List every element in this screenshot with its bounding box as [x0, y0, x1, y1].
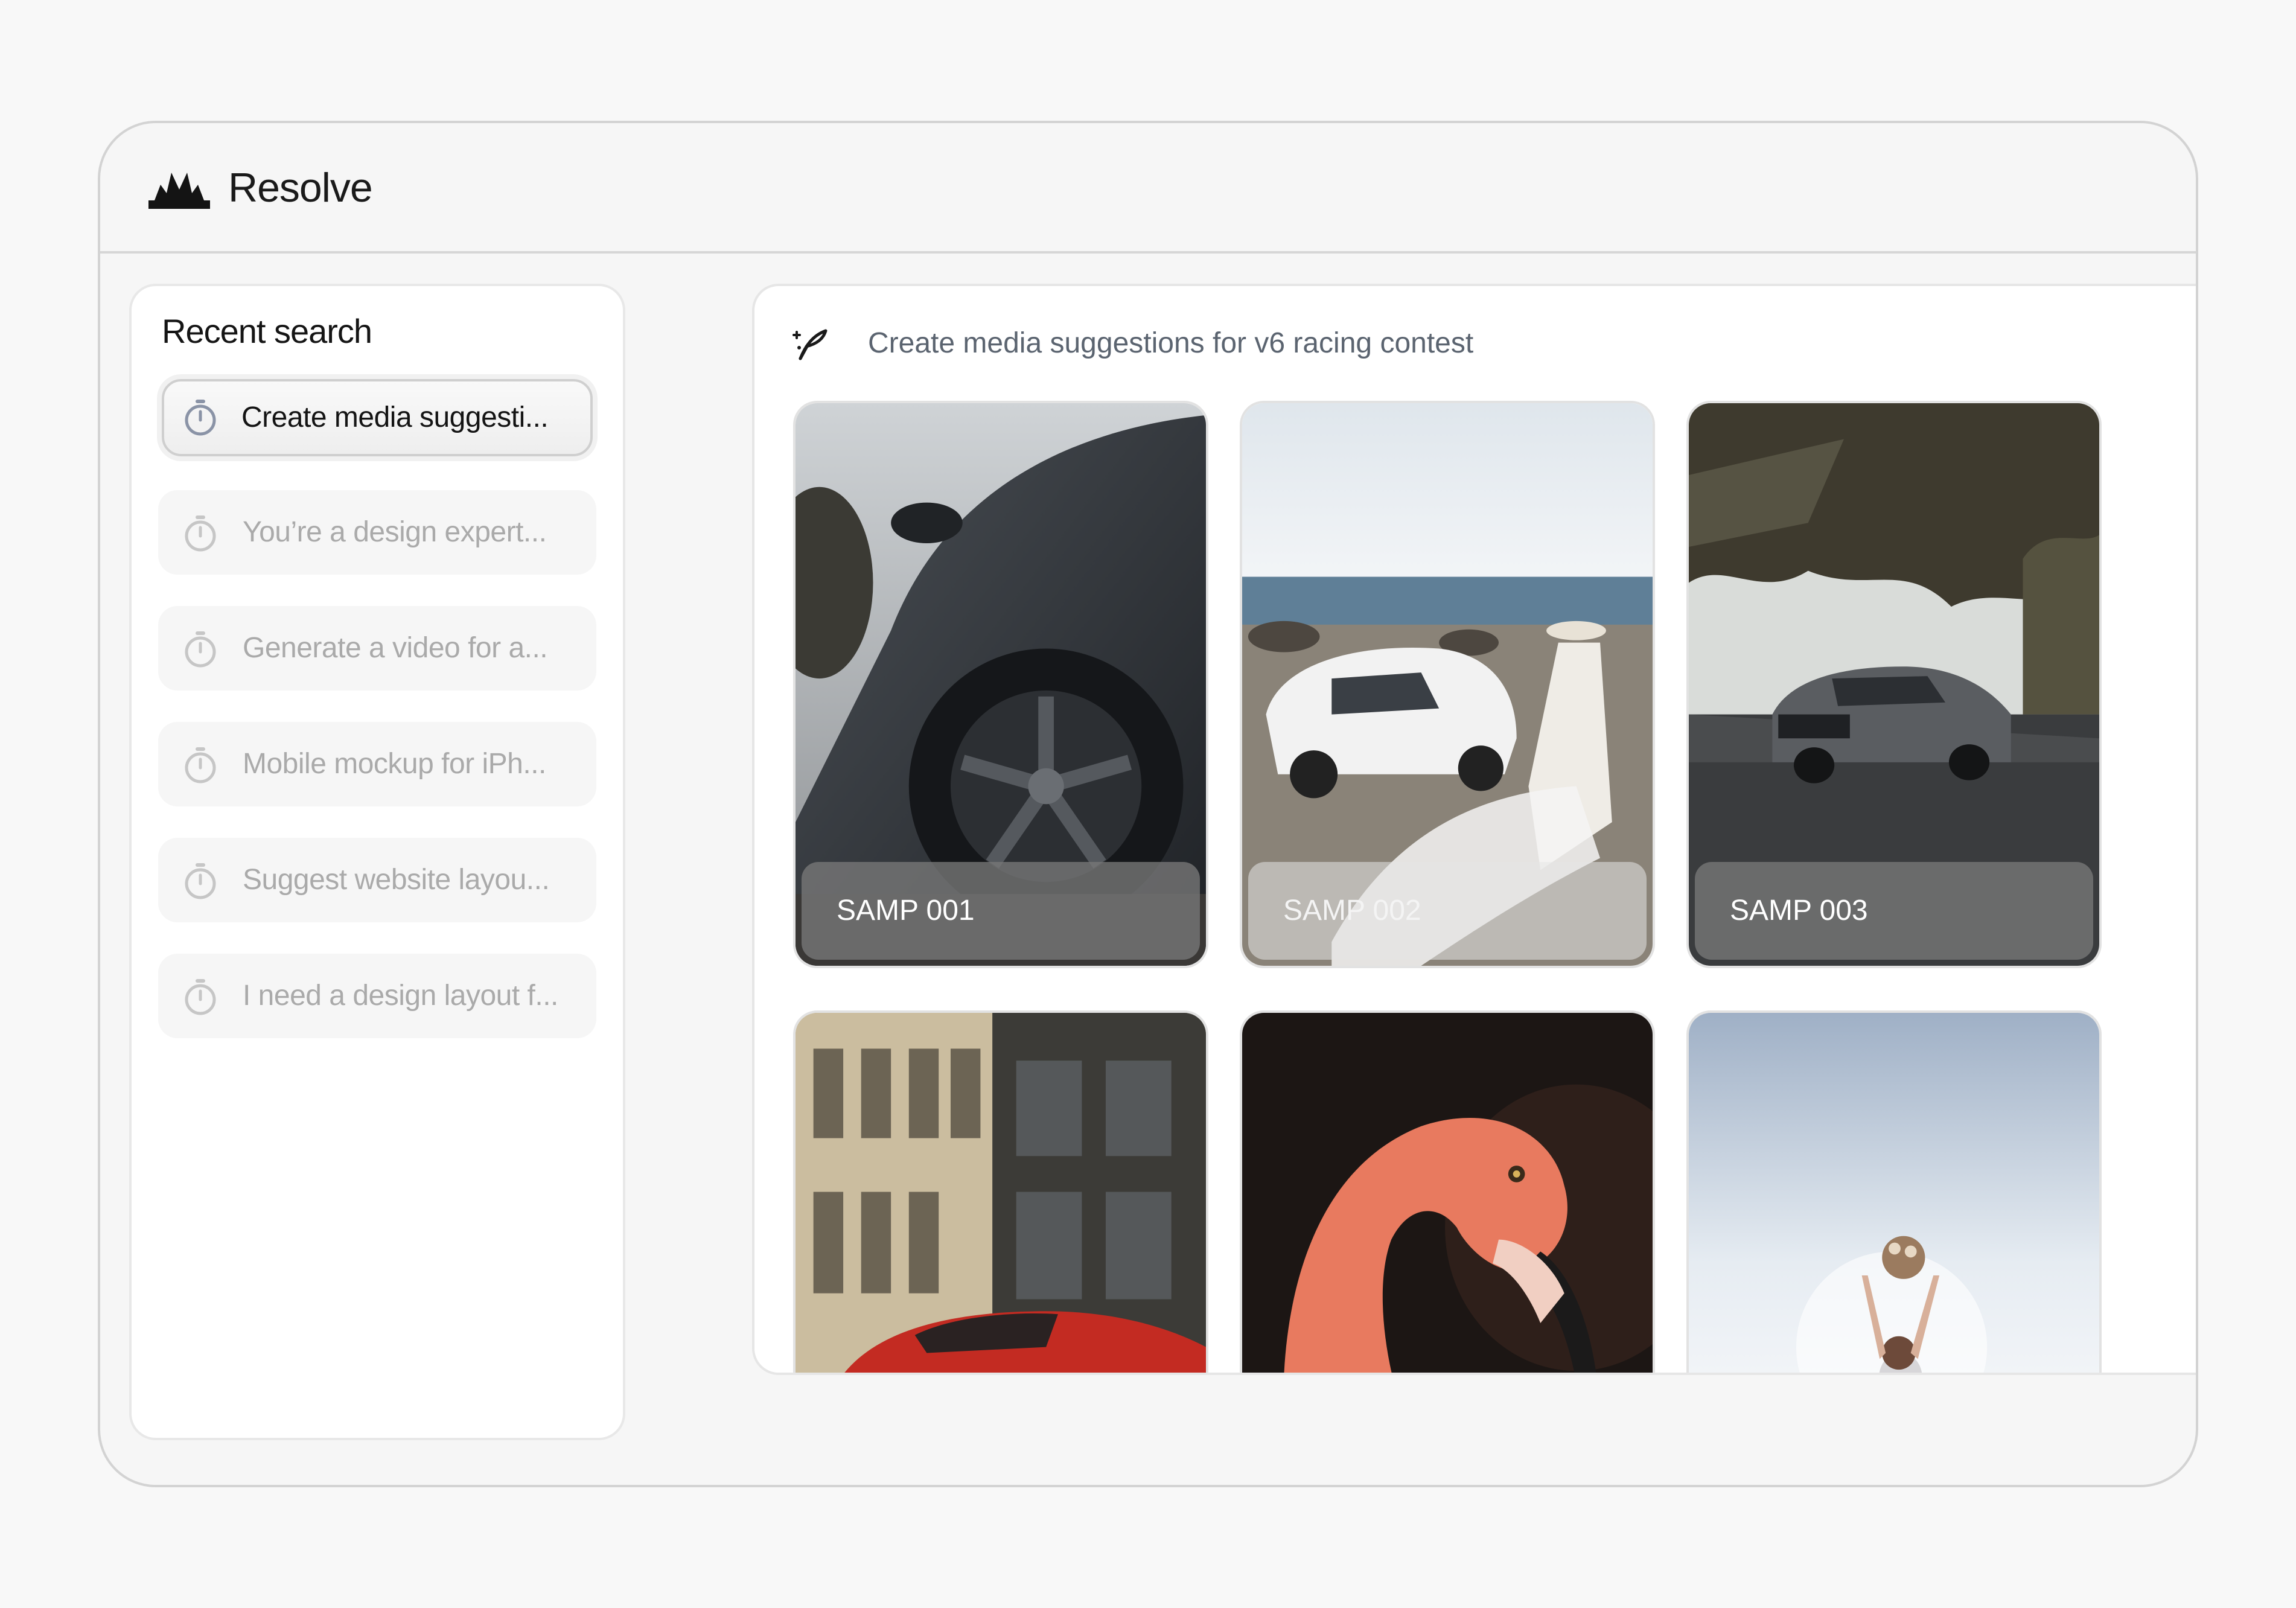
- recent-search-item[interactable]: You’re a design expert...: [158, 490, 596, 575]
- recent-search-label: I need a design layout f...: [243, 980, 558, 1012]
- timer-icon: [185, 515, 216, 552]
- app-header: Resolve: [100, 123, 2196, 254]
- card-label: SAMP 001: [802, 862, 1200, 960]
- recent-search-label: Mobile mockup for iPh...: [243, 748, 546, 780]
- recent-search-label: Suggest website layou...: [243, 864, 550, 896]
- app-window: Resolve Recent search Create media sugge…: [98, 121, 2198, 1487]
- recent-search-item[interactable]: Generate a video for a...: [158, 606, 596, 691]
- recent-search-item[interactable]: I need a design layout f...: [158, 954, 596, 1038]
- recent-search-title: Recent search: [162, 312, 372, 350]
- timer-icon: [185, 631, 216, 668]
- timer-icon: [185, 747, 216, 783]
- resolve-logo-icon: [148, 173, 210, 209]
- search-prompt: Create media suggestions for v6 racing c…: [868, 327, 1474, 359]
- recent-search-label: You’re a design expert...: [243, 516, 547, 548]
- card-image: [1689, 1013, 2099, 1373]
- recent-search-item[interactable]: Mobile mockup for iPh...: [158, 722, 596, 806]
- timer-icon: [185, 979, 216, 1015]
- sparkle-pen-icon: [792, 329, 828, 360]
- recent-search-label: Generate a video for a...: [243, 632, 548, 664]
- recent-search-item[interactable]: Suggest website layou...: [158, 838, 596, 922]
- timer-icon: [185, 400, 216, 436]
- recent-search-label: Create media suggesti...: [241, 401, 549, 433]
- media-card[interactable]: [793, 1010, 1208, 1373]
- media-card[interactable]: SAMP 003: [1686, 401, 2102, 968]
- card-label: SAMP 003: [1695, 862, 2093, 960]
- results-panel: Create media suggestions for v6 racing c…: [752, 284, 2196, 1375]
- app-name: Resolve: [228, 165, 373, 211]
- timer-icon: [185, 863, 216, 899]
- media-card[interactable]: [1686, 1010, 2102, 1373]
- recent-search-item[interactable]: Create media suggesti...: [162, 379, 593, 456]
- card-image: [1242, 1013, 1653, 1373]
- media-card[interactable]: SAMP 001: [793, 401, 1208, 968]
- recent-search-panel: Recent search Create media suggesti... Y…: [129, 284, 625, 1440]
- media-card[interactable]: SAMP 002: [1240, 401, 1655, 968]
- card-label: SAMP 002: [1248, 862, 1647, 960]
- media-card[interactable]: [1240, 1010, 1655, 1373]
- card-image: [796, 1013, 1206, 1373]
